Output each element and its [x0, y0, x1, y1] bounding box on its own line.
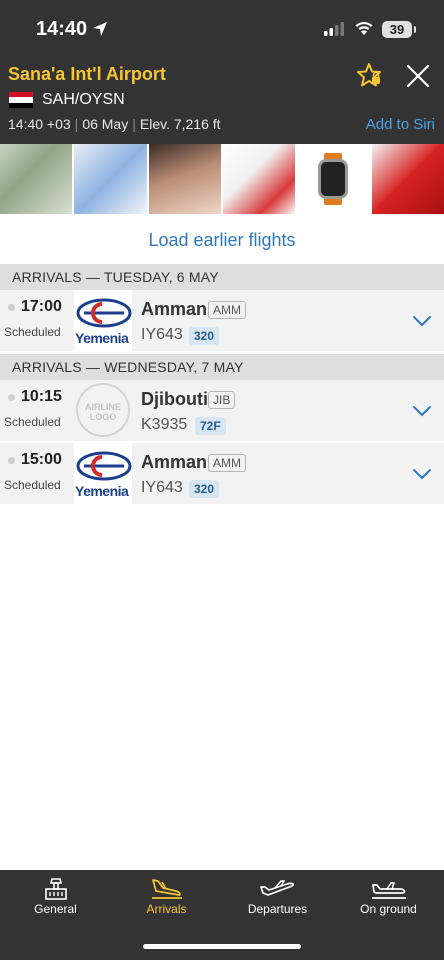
meta-divider: | [74, 116, 79, 132]
status-bar: 14:40 39 [0, 0, 444, 56]
flight-time-column: 17:00 Scheduled [0, 290, 72, 351]
status-dot [8, 457, 15, 464]
ad-image-blue-sneaker[interactable] [74, 144, 147, 214]
origin-city: Amman [141, 452, 208, 472]
airport-codes: SAH/OYSN [42, 91, 125, 108]
flight-number: K3935 [141, 416, 188, 433]
flight-time: 17:00 [21, 298, 62, 315]
flight-number: IY643 [141, 479, 183, 496]
generic-airline-logo: AIRLINE LOGO [74, 380, 132, 441]
airport-name: Sana'a Int'l Airport [8, 64, 166, 84]
ad-banner[interactable] [0, 144, 444, 216]
local-date: 06 May [82, 116, 129, 132]
status-time: 14:40 [36, 18, 88, 40]
tab-label: On ground [360, 902, 417, 916]
tab-label: Arrivals [146, 902, 187, 916]
chevron-down-icon[interactable] [412, 314, 432, 332]
flight-status: Scheduled [4, 415, 61, 429]
chevron-down-icon[interactable] [412, 467, 432, 485]
ad-image-red-sneaker[interactable] [371, 144, 444, 214]
ad-image-green-sneaker[interactable] [0, 144, 73, 214]
tab-on-ground[interactable]: On ground [333, 876, 444, 916]
meta-divider: | [132, 116, 136, 132]
airport-tower-icon [44, 878, 67, 900]
ad-image-smartwatch[interactable] [297, 144, 370, 214]
ad-image-white-red-sneaker[interactable] [222, 144, 296, 214]
favorite-star-icon[interactable] [356, 62, 382, 93]
flight-status: Scheduled [4, 478, 61, 492]
yemenia-logo: Yemenia [74, 443, 132, 504]
flight-time: 15:00 [21, 451, 62, 468]
close-icon[interactable] [406, 64, 430, 93]
origin-city: Djibouti [141, 389, 208, 409]
aircraft-badge: 320 [189, 327, 220, 345]
yemenia-logo: Yemenia [74, 290, 132, 351]
iata-badge: AMM [208, 454, 246, 472]
flight-status: Scheduled [4, 325, 61, 339]
airline-logo-placeholder: AIRLINE LOGO [76, 383, 130, 437]
section-header: ARRIVALS — TUESDAY, 6 MAY [0, 264, 444, 290]
plane-landing-icon [151, 879, 182, 899]
add-to-siri-link[interactable]: Add to Siri [366, 116, 435, 133]
flight-time-column: 10:15 Scheduled [0, 380, 72, 441]
location-arrow-icon [92, 21, 108, 42]
elevation: Elev. 7,216 ft [139, 116, 221, 132]
airline-wordmark: Yemenia [75, 330, 129, 346]
flight-time: 10:15 [21, 388, 62, 405]
flight-row[interactable]: 17:00 Scheduled Yemenia Amman AMM IY643 … [0, 290, 444, 351]
aircraft-badge: 320 [189, 480, 220, 498]
airport-meta: 14:40 +03 | 06 May | Elev. 7,216 ft [8, 116, 221, 132]
flight-row[interactable]: 10:15 Scheduled AIRLINE LOGO Djibouti JI… [0, 380, 444, 441]
tab-departures[interactable]: Departures [222, 876, 333, 916]
wifi-icon [354, 20, 374, 41]
tab-label: General [34, 902, 77, 916]
tab-general[interactable]: General [0, 876, 111, 916]
yemen-flag-icon [9, 92, 33, 108]
flight-row[interactable]: 15:00 Scheduled Yemenia Amman AMM IY643 … [0, 443, 444, 504]
flight-time-column: 15:00 Scheduled [0, 443, 72, 504]
flight-number: IY643 [141, 326, 183, 343]
ad-image-sunglasses[interactable] [148, 144, 221, 214]
cellular-signal-icon [324, 22, 346, 41]
status-dot [8, 394, 15, 401]
section-header: ARRIVALS — WEDNESDAY, 7 MAY [0, 354, 444, 380]
home-indicator[interactable] [143, 944, 301, 949]
iata-badge: AMM [208, 301, 246, 319]
plane-takeoff-icon [259, 880, 294, 896]
local-time: 14:40 +03 [8, 116, 71, 132]
chevron-down-icon[interactable] [412, 404, 432, 422]
load-earlier-flights-button[interactable]: Load earlier flights [0, 222, 444, 258]
tab-arrivals[interactable]: Arrivals [111, 876, 222, 916]
plane-on-ground-icon [371, 882, 406, 899]
iata-badge: JIB [208, 391, 236, 409]
origin-city: Amman [141, 299, 208, 319]
status-dot [8, 304, 15, 311]
airport-header: Sana'a Int'l Airport SAH/OYSN 14:40 +03 |… [0, 56, 444, 144]
airline-wordmark: Yemenia [75, 483, 129, 499]
battery-indicator: 39 [382, 21, 416, 38]
tab-label: Departures [247, 902, 308, 916]
watch-icon [318, 159, 349, 199]
aircraft-badge: 72F [195, 417, 226, 435]
